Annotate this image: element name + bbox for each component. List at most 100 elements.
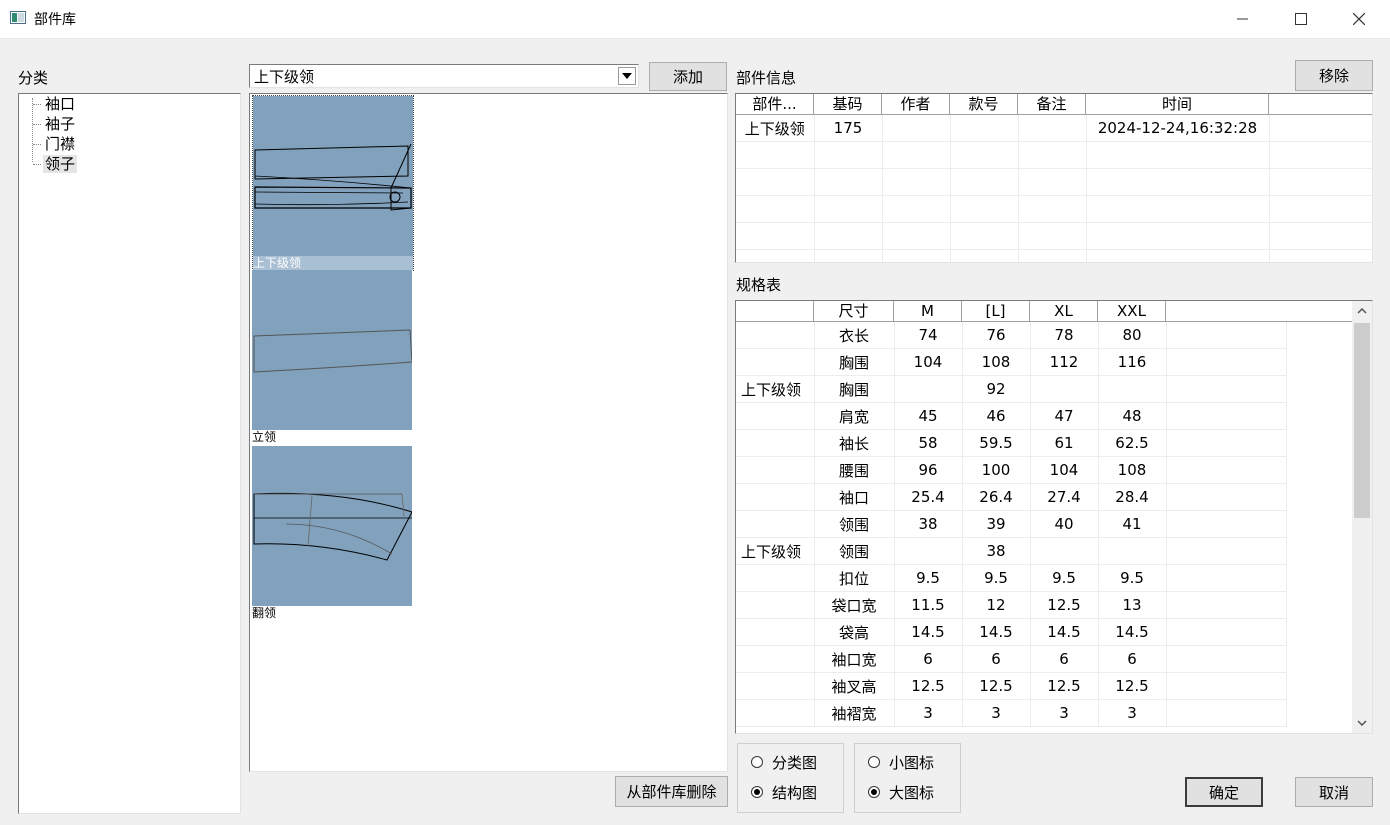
table-cell: 肩宽	[814, 402, 895, 430]
radio-label: 小图标	[889, 753, 935, 772]
column-header[interactable]: 尺寸	[814, 301, 894, 321]
table-cell	[1166, 483, 1287, 511]
table-row[interactable]: 衣长 74 76 78 80	[736, 322, 1287, 349]
table-cell	[1166, 699, 1287, 727]
part-item[interactable]: 上下级领	[252, 95, 414, 271]
column-header[interactable]: 款号	[950, 94, 1018, 114]
table-cell: 9.5	[1030, 564, 1099, 592]
delete-from-library-button[interactable]: 从部件库删除	[615, 776, 728, 807]
table-row[interactable]: 领围 38 39 40 41	[736, 510, 1287, 538]
maximize-button[interactable]	[1272, 0, 1330, 38]
table-cell	[882, 168, 951, 196]
table-cell	[814, 222, 883, 250]
table-cell	[1166, 645, 1287, 673]
radio-structure-view[interactable]: 结构图	[751, 780, 817, 804]
table-cell	[736, 672, 815, 700]
column-header[interactable]: 备注	[1018, 94, 1086, 114]
table-cell: 袋口宽	[814, 591, 895, 619]
table-cell	[1098, 537, 1167, 565]
column-header[interactable]: XL	[1030, 301, 1098, 321]
table-cell	[1166, 510, 1287, 538]
table-row[interactable]	[736, 168, 1372, 196]
radio-category-view[interactable]: 分类图	[751, 750, 817, 774]
part-dropdown[interactable]: 上下级领	[249, 64, 639, 88]
table-cell	[814, 195, 883, 223]
radio-off-icon	[868, 756, 880, 768]
column-header[interactable]: M	[894, 301, 962, 321]
table-row[interactable]: 袖口 25.4 26.4 27.4 28.4	[736, 483, 1287, 511]
spec-table[interactable]: 尺寸 M [L] XL XXL 衣长 74 76 78 80 胸围 104 108 112 116 上下级领…	[735, 300, 1373, 734]
table-row[interactable]: 上下级领 175 2024-12-24,16:32:28	[736, 115, 1372, 142]
column-header[interactable]	[736, 301, 814, 321]
table-row[interactable]	[736, 249, 1372, 262]
table-cell	[736, 699, 815, 727]
tree-item[interactable]: 门襟	[33, 134, 77, 154]
column-header[interactable]: 部件...	[736, 94, 814, 114]
table-row[interactable]	[736, 222, 1372, 250]
table-cell: 袖叉高	[814, 672, 895, 700]
table-cell	[894, 537, 963, 565]
tree-item[interactable]: 袖子	[33, 114, 77, 134]
close-icon	[1353, 13, 1365, 25]
part-item[interactable]: 立领	[252, 270, 412, 444]
table-row[interactable]: 袖口宽 6 6 6 6	[736, 645, 1287, 673]
table-cell: 74	[894, 322, 963, 349]
category-tree[interactable]: 袖口 袖子 门襟 领子	[18, 93, 241, 814]
dropdown-arrow-icon[interactable]	[618, 67, 636, 85]
table-cell: 6	[1098, 645, 1167, 673]
table-cell	[736, 322, 815, 349]
column-header[interactable]: [L]	[962, 301, 1030, 321]
tree-item-label: 领子	[43, 155, 78, 173]
tree-item[interactable]: 领子	[33, 154, 78, 174]
radio-large-icon[interactable]: 大图标	[868, 780, 934, 804]
table-cell: 袖口	[814, 483, 895, 511]
cancel-button[interactable]: 取消	[1295, 777, 1373, 807]
table-row[interactable]: 袋高 14.5 14.5 14.5 14.5	[736, 618, 1287, 646]
table-cell	[1166, 348, 1287, 376]
table-row[interactable]: 扣位 9.5 9.5 9.5 9.5	[736, 564, 1287, 592]
maximize-icon	[1295, 13, 1307, 25]
table-cell	[736, 168, 815, 196]
table-row[interactable]: 袖叉高 12.5 12.5 12.5 12.5	[736, 672, 1287, 700]
table-row[interactable]: 袖长 58 59.5 61 62.5	[736, 429, 1287, 457]
spec-scrollbar[interactable]	[1352, 301, 1372, 733]
part-info-table[interactable]: 部件... 基码 作者 款号 备注 时间 上下级领 175 2024-12-24,16:32:…	[735, 93, 1373, 263]
radio-small-icon[interactable]: 小图标	[868, 750, 934, 774]
scroll-thumb[interactable]	[1354, 323, 1370, 518]
table-row[interactable]: 上下级领 胸围 92	[736, 375, 1287, 403]
table-row[interactable]: 肩宽 45 46 47 48	[736, 402, 1287, 430]
table-cell	[882, 195, 951, 223]
close-button[interactable]	[1330, 0, 1388, 38]
scroll-up-icon[interactable]	[1352, 301, 1372, 321]
table-row[interactable]: 胸围 104 108 112 116	[736, 348, 1287, 376]
remove-button[interactable]: 移除	[1295, 60, 1373, 91]
add-button[interactable]: 添加	[649, 62, 727, 91]
table-cell	[814, 168, 883, 196]
tree-item[interactable]: 袖口	[33, 94, 77, 114]
minimize-button[interactable]	[1214, 0, 1272, 38]
table-cell: 领围	[814, 510, 895, 538]
parts-list[interactable]: 上下级领 立领 翻领	[249, 93, 728, 772]
column-header[interactable]: 基码	[814, 94, 882, 114]
part-caption: 上下级领	[253, 256, 413, 270]
table-row[interactable]: 袋口宽 11.5 12 12.5 13	[736, 591, 1287, 619]
table-cell	[1018, 115, 1087, 142]
table-cell: 领围	[814, 537, 895, 565]
table-row[interactable]: 上下级领 领围 38	[736, 537, 1287, 565]
table-row[interactable]	[736, 141, 1372, 169]
column-header[interactable]: 作者	[882, 94, 950, 114]
table-cell: 40	[1030, 510, 1099, 538]
table-row[interactable]	[736, 195, 1372, 223]
table-cell: 61	[1030, 429, 1099, 457]
table-cell	[736, 195, 815, 223]
table-row[interactable]: 腰围 96 100 104 108	[736, 456, 1287, 484]
table-cell: 100	[962, 456, 1031, 484]
table-cell	[1166, 402, 1287, 430]
title-bar: 部件库	[0, 0, 1390, 39]
ok-button[interactable]: 确定	[1185, 777, 1263, 807]
part-item[interactable]: 翻领	[252, 446, 412, 620]
scroll-down-icon[interactable]	[1352, 713, 1372, 733]
table-row[interactable]: 袖褶宽 3 3 3 3	[736, 699, 1287, 727]
column-header[interactable]: 时间	[1086, 94, 1269, 114]
column-header[interactable]: XXL	[1098, 301, 1166, 321]
